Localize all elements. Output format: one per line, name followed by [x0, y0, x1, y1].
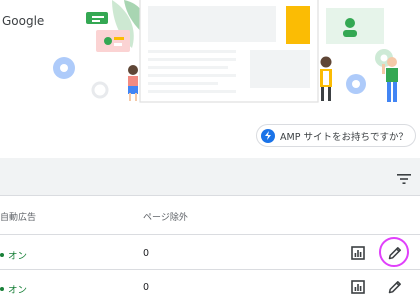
table-row: オン 0	[0, 236, 420, 270]
status-dot-icon	[0, 253, 4, 257]
table-row: オン 0	[0, 270, 420, 300]
column-header-page-exclusions: ページ除外	[143, 213, 188, 223]
amp-prompt-label: AMP サイトをお持ちですか？	[280, 131, 408, 143]
status-label: オン	[8, 251, 28, 262]
page-exclusions-count: 0	[143, 282, 150, 293]
column-header-auto-ads: 自動広告	[0, 213, 37, 223]
hero-banner: Google AMP サイトをお持ちですか？	[0, 0, 420, 158]
edit-button[interactable]	[387, 245, 403, 261]
page-exclusions-count: 0	[143, 248, 150, 259]
filter-icon	[397, 174, 411, 184]
status-dot-icon	[0, 287, 4, 291]
filter-button[interactable]	[396, 171, 412, 185]
edit-button[interactable]	[387, 279, 403, 295]
bar-chart-icon	[351, 246, 365, 260]
lightning-icon	[261, 128, 275, 143]
report-button[interactable]	[351, 280, 365, 294]
auto-ads-status: オン	[0, 282, 27, 296]
auto-ads-status: オン	[0, 248, 27, 262]
pencil-icon	[388, 281, 401, 294]
toolbar-band	[0, 158, 420, 196]
status-label: オン	[8, 285, 28, 296]
pencil-icon	[388, 247, 401, 260]
amp-site-prompt-button[interactable]: AMP サイトをお持ちですか？	[256, 124, 416, 147]
table-header: 自動広告 ページ除外	[0, 197, 420, 235]
report-button[interactable]	[351, 246, 365, 260]
bar-chart-icon	[351, 280, 365, 294]
